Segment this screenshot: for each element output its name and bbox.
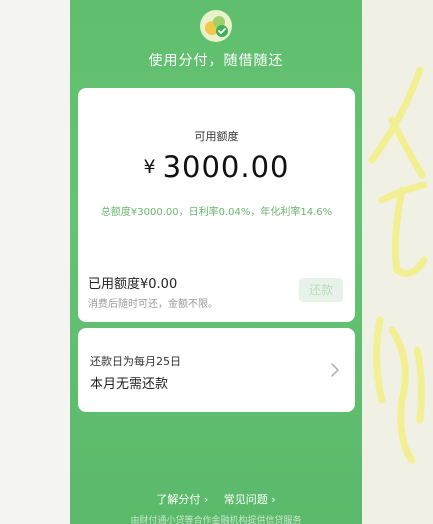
available-amount-value: 3000.00 xyxy=(162,150,290,184)
slogan: 使用分付，随借随还 xyxy=(148,53,284,69)
footer-links: 了解分付 › 常见问题 › xyxy=(70,491,362,507)
repay-button[interactable]: 还款 xyxy=(299,278,343,302)
repayment-status: 本月无需还款 xyxy=(90,377,169,392)
credit-card-panel: 可用额度 ¥3000.00 总额度¥3000.00，日利率0.04%，年化利率1… xyxy=(78,88,355,322)
footer-note: 由财付通小贷等合作金融机构提供信贷服务 xyxy=(130,516,302,524)
chevron-right-icon xyxy=(331,363,340,377)
limit-detail: 总额度¥3000.00，日利率0.04%，年化利率14.6% xyxy=(100,207,333,218)
available-label: 可用额度 xyxy=(194,130,239,143)
repayment-card[interactable]: 还款日为每月25日 本月无需还款 xyxy=(78,328,355,412)
left-background xyxy=(0,0,70,524)
used-amount-label: 已用额度¥0.00 xyxy=(88,277,178,292)
dual-circle-check-logo-icon xyxy=(205,16,228,37)
fenfu-logo xyxy=(200,10,232,42)
currency-symbol: ¥ xyxy=(143,156,157,178)
learn-more-link[interactable]: 了解分付 › xyxy=(156,493,208,506)
used-amount-note: 消费后随时可还，金额不限。 xyxy=(88,299,218,310)
due-date-label: 还款日为每月25日 xyxy=(90,355,181,368)
phone-screen: 使用分付，随借随还 可用额度 ¥3000.00 总额度¥3000.00，日利率0… xyxy=(70,0,362,524)
faq-link[interactable]: 常见问题 › xyxy=(224,493,276,506)
available-amount: ¥3000.00 xyxy=(78,150,355,184)
handwriting-overlay xyxy=(368,66,428,464)
